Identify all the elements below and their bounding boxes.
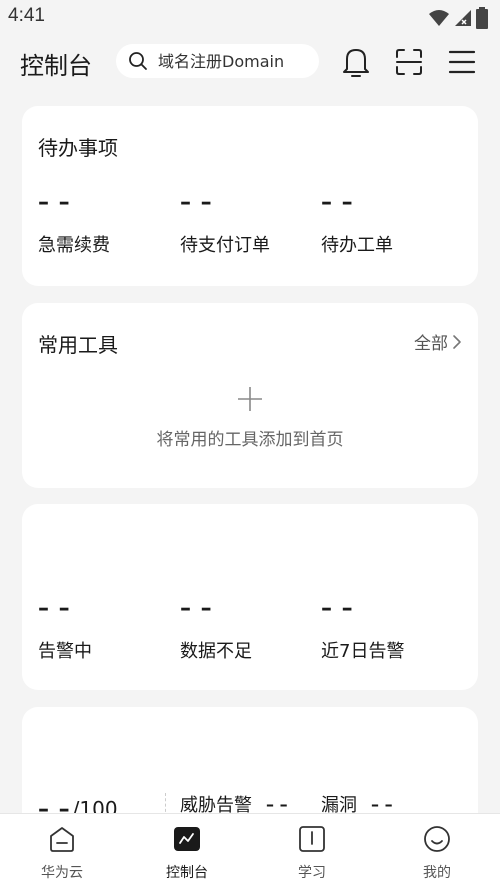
status-icons [428, 7, 488, 33]
stat-value: – – [321, 596, 354, 621]
stat-label: 待支付订单 [180, 235, 270, 256]
todo-card: 待办事项 – – 急需续费 – – 待支付订单 – – 待办工单 [22, 106, 478, 286]
tools-card-title: 常用工具 [38, 333, 118, 357]
wifi-icon [428, 8, 450, 32]
alerts-card: – – 告警中 – – 数据不足 – – 近7日告警 [22, 504, 478, 690]
stat-value: – – [180, 190, 213, 215]
all-tools-label: 全部 [414, 334, 448, 354]
stat-value: – – [180, 596, 213, 621]
add-tool-label: 将常用的工具添加到首页 [156, 430, 344, 450]
stat-label: 待办工单 [321, 235, 393, 256]
stat-pending-tickets[interactable]: – – 待办工单 [321, 190, 451, 257]
nav-label: 控制台 [166, 865, 208, 881]
threat-value: – – [266, 794, 288, 814]
stat-value: – – [38, 190, 71, 215]
all-tools-link[interactable]: 全部 [414, 329, 462, 354]
nav-item-mine[interactable]: 我的 [387, 824, 487, 882]
stat-value: – – [38, 596, 71, 621]
tools-card: 常用工具 全部 将常用的工具添加到首页 [22, 303, 478, 488]
notification-button[interactable] [338, 44, 374, 80]
stat-label: 告警中 [38, 641, 92, 662]
nav-label: 学习 [298, 865, 326, 881]
nav-label: 华为云 [41, 865, 83, 881]
stat-label: 急需续费 [38, 235, 110, 256]
add-tool-button[interactable]: 将常用的工具添加到首页 [22, 385, 478, 450]
vuln-value: – – [371, 794, 393, 814]
book-icon [299, 826, 325, 852]
chevron-right-icon [453, 334, 461, 349]
stat-value: – – [321, 190, 354, 215]
stat-label: 数据不足 [180, 641, 252, 662]
home-icon [50, 827, 74, 852]
bottom-nav: 华为云 控制台 学习 我的 [0, 813, 500, 889]
stat-7day-alerts[interactable]: – – 近7日告警 [321, 596, 451, 663]
search-box[interactable] [116, 44, 319, 78]
nav-label: 我的 [423, 865, 451, 881]
status-time: 4:41 [8, 5, 45, 26]
nav-item-learn[interactable]: 学习 [262, 824, 362, 882]
smile-icon [424, 826, 450, 852]
nav-item-console[interactable]: 控制台 [137, 824, 237, 882]
status-bar: 4:41 [0, 0, 500, 34]
screen: 4:41 控制台 域名注册Domain 待办事项 – – 急需续费 – – 待支… [0, 0, 500, 889]
stat-alerting[interactable]: – – 告警中 [38, 596, 168, 663]
bell-icon [343, 49, 369, 77]
scan-button[interactable] [391, 44, 427, 80]
stat-pending-orders[interactable]: – – 待支付订单 [180, 190, 310, 257]
scan-icon [396, 49, 422, 75]
stat-label: 近7日告警 [321, 641, 405, 662]
stat-renewal[interactable]: – – 急需续费 [38, 190, 168, 257]
menu-button[interactable] [444, 44, 480, 80]
plus-icon [238, 387, 262, 411]
menu-icon [448, 50, 476, 74]
battery-icon [476, 7, 488, 33]
todo-card-title: 待办事项 [38, 136, 118, 160]
stat-insufficient-data[interactable]: – – 数据不足 [180, 596, 310, 663]
search-icon [129, 52, 147, 70]
nav-item-home[interactable]: 华为云 [12, 824, 112, 882]
page-title: 控制台 [20, 52, 92, 80]
search-input[interactable] [158, 51, 308, 71]
header: 控制台 [0, 34, 500, 90]
signal-icon [454, 8, 472, 32]
console-icon [174, 827, 200, 851]
